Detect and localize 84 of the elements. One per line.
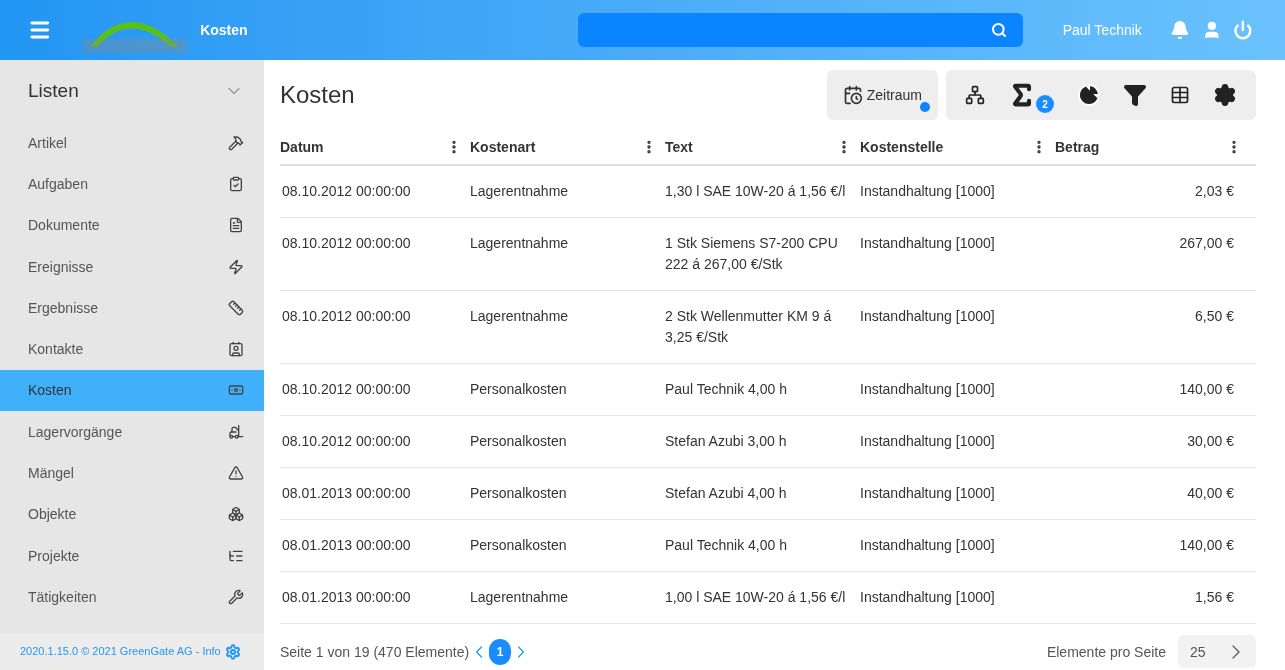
table-cell-text: 08.01.2013 00:00:00 xyxy=(281,536,412,555)
table-cell-text: Personalkosten xyxy=(470,484,568,503)
table-cell-text: 08.01.2013 00:00:00 xyxy=(281,588,412,607)
page-summary: Seite 1 von 19 (470 Elemente) xyxy=(280,642,470,662)
table-cell-text: Instandhaltung [1000] xyxy=(860,536,996,555)
sidebar-item[interactable]: Aufgaben xyxy=(0,163,264,205)
page-title: Kosten xyxy=(200,21,248,40)
table-cell-text: Personalkosten xyxy=(470,380,568,399)
sidebar-item[interactable]: Dokumente xyxy=(0,204,264,246)
lightning-icon xyxy=(228,258,244,275)
table-cell-text: Lagerentnahme xyxy=(470,588,570,607)
sidebar-item[interactable]: Kontakte xyxy=(0,328,264,370)
table-cell-text: Lagerentnahme xyxy=(470,234,570,253)
table-cell-text: 140,00 € xyxy=(1178,380,1235,399)
table-cell-text: 08.10.2012 00:00:00 xyxy=(281,182,412,201)
table-cell-text: Instandhaltung [1000] xyxy=(860,588,996,607)
contact-card-icon xyxy=(228,341,244,358)
table-cell-text: 08.10.2012 00:00:00 xyxy=(281,432,412,451)
table-cell-text: Paul Technik 4,00 h xyxy=(665,380,788,399)
sidebar-item[interactable]: Ergebnisse xyxy=(0,287,264,329)
table-cell-text: 08.10.2012 00:00:00 xyxy=(281,307,412,326)
sidebar-item[interactable]: Projekte xyxy=(0,534,264,577)
tool-icon xyxy=(228,134,244,151)
column-header[interactable]: Datum xyxy=(280,137,324,157)
table-cell-text: 1,00 l SAE 10W-20 á 1,56 €/l xyxy=(665,588,847,607)
table-cell-text: Personalkosten xyxy=(470,536,568,555)
sidebar-item[interactable]: Kosten xyxy=(0,369,264,412)
table-cell-text: Lagerentnahme xyxy=(470,307,570,326)
table-cell-text: 267,00 € xyxy=(1178,234,1235,253)
tree-icon[interactable] xyxy=(965,85,986,105)
ruler-icon xyxy=(228,299,244,316)
column-header[interactable]: Betrag xyxy=(1055,137,1100,157)
sidebar-item[interactable]: Artikel xyxy=(0,122,264,164)
per-page-label: Elemente pro Seite xyxy=(1046,642,1166,662)
table-cell-text: 2 Stk Wellenmutter KM 9 á 3,25 €/Stk xyxy=(665,307,833,347)
sidebar-title: Listen xyxy=(28,78,79,103)
clipboard-check-icon xyxy=(228,175,244,192)
table-cell-text: 6,50 € xyxy=(1194,307,1235,326)
column-header[interactable]: Kostenart xyxy=(470,137,536,157)
table-cell-text: 2,03 € xyxy=(1194,182,1235,201)
period-button[interactable]: Zeitraum xyxy=(826,70,938,120)
table-cell-text: 30,00 € xyxy=(1186,432,1235,451)
sidebar-item[interactable]: Objekte xyxy=(0,493,264,535)
table-cell-text: Stefan Azubi 4,00 h xyxy=(665,484,788,503)
table-cell-text: 08.10.2012 00:00:00 xyxy=(281,234,412,253)
boxes-icon xyxy=(228,506,244,523)
sidebar-item[interactable]: Ereignisse xyxy=(0,245,264,288)
table-cell-text: Personalkosten xyxy=(470,432,568,451)
table-cell-text: 1 Stk Siemens S7-200 CPU 222 á 267,00 €/Stk xyxy=(665,234,839,274)
warning-icon xyxy=(228,465,244,481)
filter-icon[interactable] xyxy=(1123,83,1148,107)
table-cell-text: 08.01.2013 00:00:00 xyxy=(281,484,412,503)
calendar-clock-icon xyxy=(842,85,863,105)
table-cell-text: Instandhaltung [1000] xyxy=(860,484,996,503)
count-badge: 2 xyxy=(1036,95,1054,113)
wrench-icon xyxy=(228,588,244,605)
table-cell-text: 1,56 € xyxy=(1194,588,1235,607)
column-header[interactable]: Text xyxy=(665,137,693,157)
search-field[interactable] xyxy=(577,13,1023,47)
table-cell-text: Instandhaltung [1000] xyxy=(860,182,996,201)
page-button[interactable]: 1 xyxy=(489,638,512,665)
sidebar-item[interactable]: Mängel xyxy=(0,452,264,494)
table-cell-text: Instandhaltung [1000] xyxy=(860,307,996,326)
sidebar-item[interactable]: Tätigkeiten xyxy=(0,576,264,618)
table-cell-text: Instandhaltung [1000] xyxy=(860,234,996,253)
table-cell-text: 1,30 l SAE 10W-20 á 1,56 €/l xyxy=(665,182,847,201)
table-icon[interactable] xyxy=(1169,85,1190,105)
table-cell-text: 08.10.2012 00:00:00 xyxy=(281,380,412,399)
document-icon xyxy=(228,217,244,234)
table-cell-text: Paul Technik 4,00 h xyxy=(665,536,788,555)
forklift-icon xyxy=(228,423,244,440)
column-header[interactable]: Kostenstelle xyxy=(860,137,944,157)
table-cell-text: Stefan Azubi 3,00 h xyxy=(665,432,788,451)
search-icon[interactable] xyxy=(990,22,1007,38)
table-cell-text: 40,00 € xyxy=(1186,484,1235,503)
sidebar-item[interactable]: Lagervorgänge xyxy=(0,411,264,453)
pie-chart-icon[interactable] xyxy=(1076,83,1101,107)
table-cell-text: Instandhaltung [1000] xyxy=(860,432,996,451)
table-cell-text: Lagerentnahme xyxy=(470,182,570,201)
per-page-select[interactable]: 25 xyxy=(1178,635,1256,668)
settings-icon[interactable] xyxy=(1212,83,1237,107)
table-cell-text: Instandhaltung [1000] xyxy=(860,380,996,399)
list-title: Kosten xyxy=(280,80,356,110)
table-cell-text: 140,00 € xyxy=(1178,536,1235,555)
